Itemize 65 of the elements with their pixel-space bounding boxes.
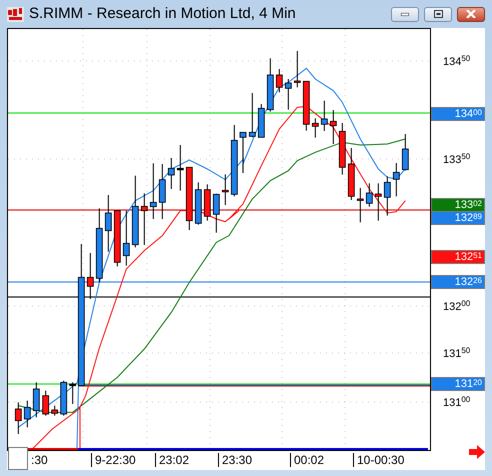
candle [266, 58, 274, 112]
maximize-button[interactable] [424, 6, 452, 22]
close-button[interactable] [457, 6, 485, 22]
candle [32, 382, 40, 418]
price-tag: 131$^{20}$ [431, 377, 485, 391]
candle [374, 182, 382, 222]
candle [222, 174, 229, 206]
candle [176, 144, 184, 192]
candle [392, 162, 400, 197]
app-icon [7, 6, 24, 22]
candle [150, 162, 157, 220]
right-arrow-icon [469, 445, 485, 459]
minimize-icon [401, 12, 409, 16]
candle [104, 194, 112, 252]
time-label: 10-00:30 [353, 453, 404, 467]
time-label: 23:02 [155, 453, 190, 467]
candle [338, 122, 346, 176]
candle [384, 176, 391, 216]
price-label: 133$^{50}$ [443, 153, 470, 167]
maximize-icon [434, 10, 442, 18]
candle [194, 182, 202, 226]
candle [51, 405, 58, 416]
price-label: 131$^{50}$ [443, 347, 470, 361]
price-tag: 134$^{00}$ [431, 107, 485, 121]
candle [86, 252, 94, 300]
candle [212, 193, 220, 234]
candle [240, 132, 246, 174]
candle [356, 188, 364, 223]
candle [60, 380, 68, 416]
close-icon [466, 10, 476, 18]
candle [248, 92, 256, 138]
candle [320, 100, 328, 132]
candle [402, 134, 409, 171]
candle [122, 210, 130, 266]
time-label: 9-22:30 [91, 453, 136, 467]
candle [158, 164, 166, 220]
candle [284, 78, 292, 110]
candle [42, 390, 50, 416]
price-tag: 133$^{02}$ [431, 198, 485, 212]
candle [366, 182, 373, 208]
price-label: 132$^{00}$ [443, 300, 470, 314]
candle [294, 50, 301, 88]
candle [140, 192, 148, 246]
candle [302, 80, 310, 132]
candle [14, 402, 22, 434]
candle [258, 104, 265, 138]
price-tag: 132$^{51}$ [431, 250, 485, 264]
candle [330, 110, 337, 144]
time-label: 00:02 [290, 453, 324, 467]
minimize-button[interactable] [391, 6, 419, 22]
candle [312, 118, 319, 138]
window-title: S.RIMM - Research in Motion Ltd, 4 Min [29, 4, 296, 24]
price-tag: 132$^{26}$ [431, 275, 485, 289]
price-label: 131$^{00}$ [443, 396, 470, 410]
candle [348, 148, 355, 200]
candle [114, 210, 121, 267]
candle [204, 184, 211, 222]
candle [168, 158, 175, 190]
candle [186, 166, 193, 230]
price-tag: 132$^{89}$ [431, 211, 485, 225]
candle [276, 68, 283, 93]
time-label: 23:30 [218, 453, 252, 467]
price-label: 134$^{50}$ [443, 55, 470, 69]
corner-input-field[interactable] [8, 447, 28, 470]
candle [24, 400, 31, 428]
